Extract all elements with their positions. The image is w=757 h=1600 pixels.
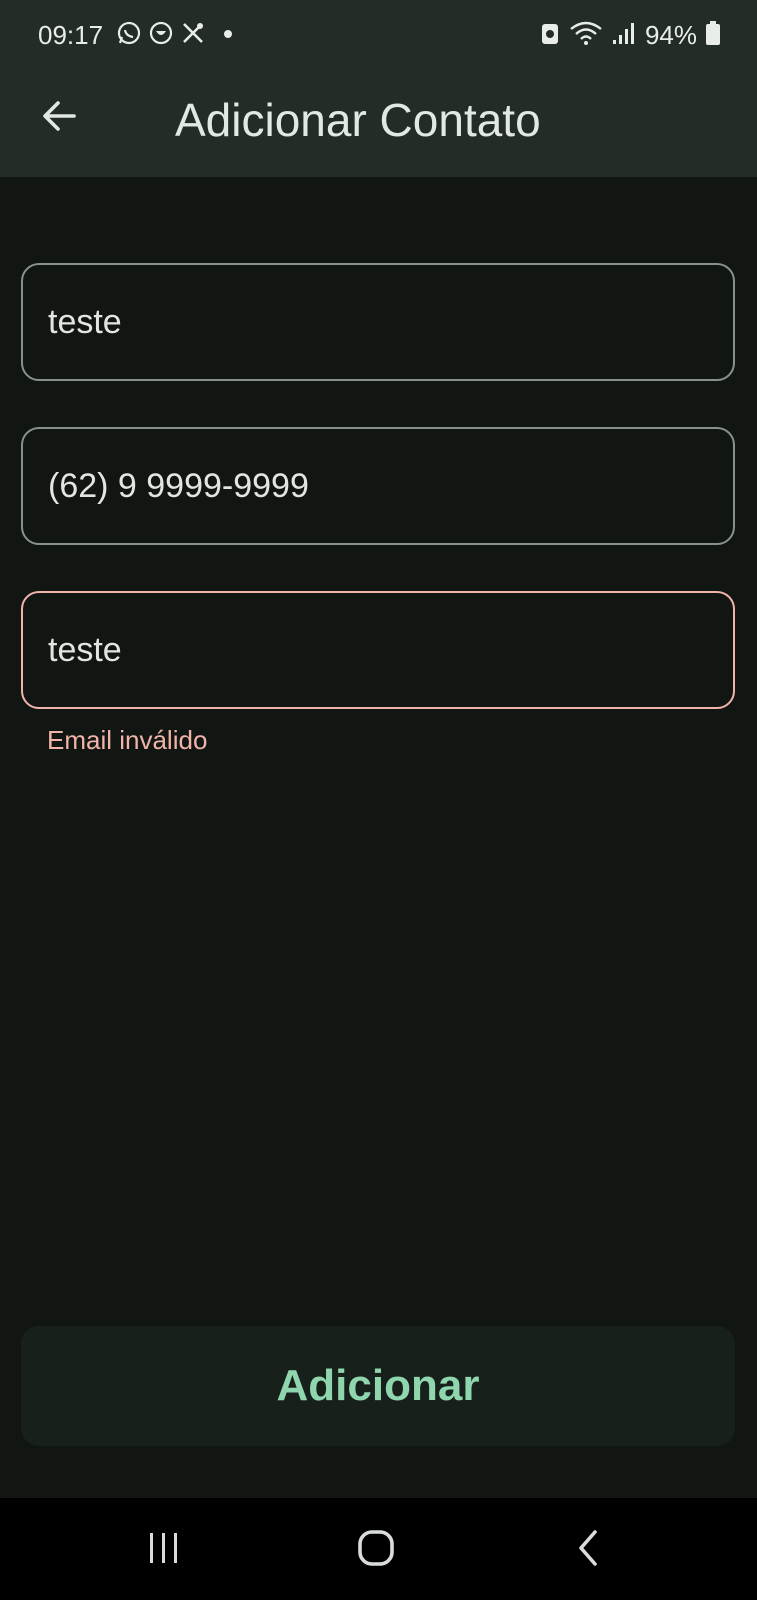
back-button[interactable]: [34, 92, 86, 144]
vpn-shield-icon: [148, 20, 174, 51]
phone-field[interactable]: [21, 427, 735, 545]
arrow-back-icon: [40, 96, 80, 141]
dot-icon: [222, 27, 234, 45]
email-field[interactable]: [21, 591, 735, 709]
tools-icon: [180, 20, 206, 51]
notification-icons: [116, 20, 234, 51]
recents-icon: [146, 1531, 182, 1570]
name-field[interactable]: [21, 263, 735, 381]
status-bar: 09:17 94%: [0, 0, 757, 70]
home-icon: [356, 1528, 396, 1573]
app-bar: Adicionar Contato: [0, 70, 757, 177]
whatsapp-icon: [116, 20, 142, 51]
name-input[interactable]: [48, 302, 733, 342]
email-input[interactable]: [48, 630, 733, 670]
back-icon: [573, 1528, 603, 1573]
email-error-text: Email inválido: [47, 725, 208, 755]
home-button[interactable]: [346, 1528, 406, 1572]
add-button[interactable]: Adicionar: [21, 1326, 735, 1446]
battery-saver-icon: [539, 20, 561, 51]
phone-input[interactable]: [48, 466, 733, 506]
status-time: 09:17: [38, 20, 104, 50]
wifi-icon: [569, 20, 603, 51]
battery-icon: [705, 20, 721, 51]
nav-back-button[interactable]: [558, 1528, 618, 1572]
recents-button[interactable]: [134, 1528, 194, 1572]
signal-icon: [611, 20, 637, 51]
navigation-bar: [0, 1498, 757, 1600]
battery-percent: 94%: [644, 20, 697, 50]
status-right: 94%: [539, 20, 721, 51]
page-title: Adicionar Contato: [175, 94, 541, 146]
